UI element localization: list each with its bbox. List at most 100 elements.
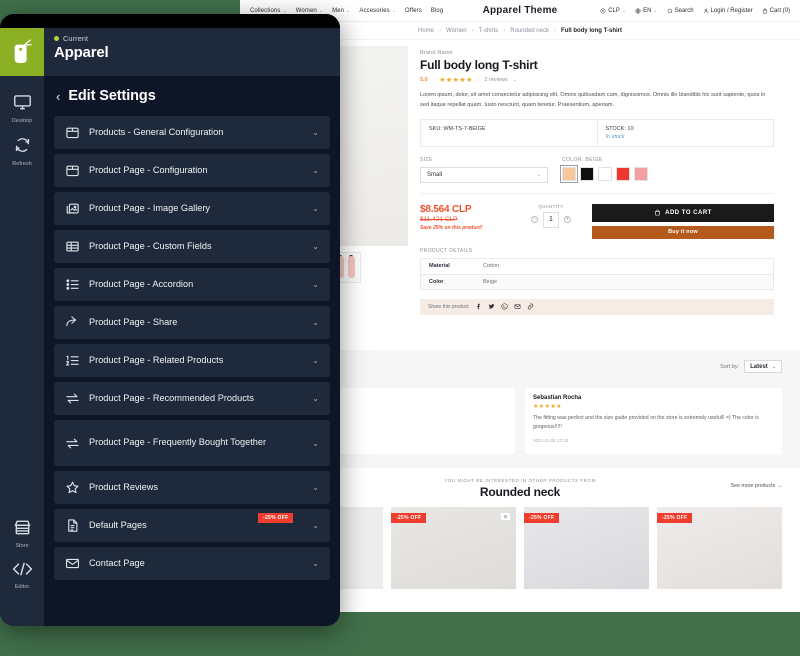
link-icon[interactable]	[527, 303, 534, 310]
breadcrumb-separator: ›	[503, 27, 506, 34]
list-icon	[66, 279, 79, 290]
color-swatch-black[interactable]	[580, 166, 594, 181]
quantity-increment-button[interactable]: +	[564, 216, 571, 224]
quantity-controls: − 1 +	[520, 211, 582, 228]
cart-button[interactable]: Cart (0)	[762, 8, 790, 14]
breadcrumb-item-tshirts[interactable]: T-shirts	[479, 28, 499, 34]
whatsapp-icon[interactable]	[501, 303, 508, 310]
size-select[interactable]: Small ⌄	[420, 166, 548, 183]
swap-icon	[66, 393, 79, 404]
app-logo[interactable]	[0, 28, 44, 76]
settings-item-label: Product Page - Custom Fields	[89, 240, 212, 251]
twitter-icon[interactable]	[488, 303, 495, 310]
chevron-down-icon: ⌄	[282, 7, 287, 14]
settings-item-label: Contact Page	[89, 557, 145, 568]
store-utility-nav: CLP ⌄ EN ⌄ Search Login / Register Cart …	[600, 8, 790, 14]
editor-app-window: Current Apparel Desktop Refresh Store Ed…	[0, 14, 340, 626]
settings-item-products-general-configuration[interactable]: Products - General Configuration ⌄	[54, 116, 330, 149]
nav-item-collections[interactable]: Collections ⌄	[250, 8, 287, 14]
product-card[interactable]: -25% OFF	[657, 507, 782, 589]
sku-cell: SKU: WM-TS-7-BEIGE	[421, 120, 597, 146]
quantity-input[interactable]: 1	[543, 211, 559, 228]
rail-item-refresh[interactable]: Refresh	[0, 130, 44, 173]
chevron-down-icon: ⌄	[391, 7, 397, 14]
nav-item-women[interactable]: Women ⌄	[296, 8, 323, 14]
settings-item-product-page-custom-fields[interactable]: Product Page - Custom Fields ⌄	[54, 230, 330, 263]
discount-badge: -25% OFF	[391, 513, 427, 523]
share-label: Share this product	[428, 303, 469, 310]
language-selector[interactable]: EN ⌄	[635, 8, 658, 14]
color-swatch-pink[interactable]	[634, 166, 648, 181]
sort-selected-value: Latest	[750, 363, 768, 370]
chevron-down-icon: ⌄	[512, 77, 517, 83]
currency-selector[interactable]: CLP ⌄	[600, 8, 626, 14]
settings-item-product-page-configuration[interactable]: Product Page - Configuration ⌄	[54, 154, 330, 187]
nav-label: Blog	[430, 7, 444, 14]
chevron-left-icon[interactable]: ‹	[56, 90, 60, 103]
nav-label: Accesories	[359, 7, 390, 14]
rating-divider: |	[477, 77, 480, 83]
nav-item-blog[interactable]: Blog	[431, 8, 443, 14]
login-register-link[interactable]: Login / Register	[703, 8, 753, 14]
table-icon	[66, 241, 79, 252]
size-tag: S	[499, 512, 511, 521]
rail-item-store[interactable]: Store	[0, 513, 44, 555]
review-text: The fitting was perfect and the size gui…	[533, 415, 759, 431]
desktop-icon	[13, 95, 31, 110]
color-swatch-beige[interactable]	[560, 164, 578, 183]
rail-label: Editor	[14, 584, 30, 590]
quantity-decrement-button[interactable]: −	[531, 216, 538, 224]
facebook-icon[interactable]	[475, 303, 482, 310]
settings-panel: ‹ Edit Settings Products - General Confi…	[44, 76, 340, 626]
nav-item-offers[interactable]: Offers	[405, 8, 422, 14]
chevron-down-icon: ⌄	[312, 318, 319, 327]
size-label: SIZE	[420, 156, 433, 163]
star-icon	[66, 481, 79, 494]
price-savings: Save 25% on this product!	[420, 224, 483, 231]
email-icon[interactable]	[514, 303, 521, 310]
stock-status: In stock	[605, 133, 625, 140]
color-selector-group: COLOR: Beige	[560, 157, 774, 183]
settings-item-label: Product Page - Configuration	[89, 164, 208, 175]
product-title: Full body long T-shirt	[420, 58, 538, 72]
breadcrumb-item-women[interactable]: Women	[446, 28, 467, 34]
settings-item-product-reviews[interactable]: Product Reviews ⌄	[54, 471, 330, 504]
settings-item-label: Product Page - Accordion	[89, 278, 194, 289]
settings-item-product-page-share[interactable]: Product Page - Share ⌄	[54, 306, 330, 339]
nav-item-men[interactable]: Men ⌄	[332, 8, 350, 14]
see-more-products-link[interactable]: See more products →	[730, 483, 782, 489]
swap-icon	[66, 438, 79, 448]
nav-item-accesories[interactable]: Accesories ⌄	[359, 8, 396, 14]
product-card[interactable]: -25% OFF S	[391, 507, 516, 589]
breadcrumb-item-rounded-neck[interactable]: Rounded neck	[510, 28, 549, 34]
settings-item-product-page-frequently-bought-together[interactable]: Product Page - Frequently Bought Togethe…	[54, 420, 330, 466]
settings-item-label: Product Page - Image Gallery	[89, 202, 211, 213]
settings-item-contact-page[interactable]: Contact Page ⌄	[54, 547, 330, 580]
rail-item-editor[interactable]: Editor	[0, 555, 44, 596]
product-brand: Brand Name	[420, 50, 453, 56]
color-swatch-white[interactable]	[598, 166, 612, 181]
color-swatch-red[interactable]	[616, 166, 630, 181]
chevron-down-icon: ⌄	[312, 204, 319, 213]
chevron-down-icon: ⌄	[312, 280, 319, 289]
rail-label: Store	[15, 543, 29, 549]
sort-select[interactable]: Latest ⌄	[744, 360, 782, 373]
settings-item-product-page-related-products[interactable]: Product Page - Related Products ⌄	[54, 344, 330, 377]
product-description: Lorem ipsum, dolor, sit amet consectetur…	[420, 92, 766, 109]
search-button[interactable]: Search	[667, 8, 694, 14]
share-bar: Share this product	[420, 298, 774, 315]
settings-item-product-page-accordion[interactable]: Product Page - Accordion ⌄	[54, 268, 330, 301]
settings-item-product-page-image-gallery[interactable]: Product Page - Image Gallery ⌄	[54, 192, 330, 225]
product-info-table: SKU: WM-TS-7-BEIGE STOCK: 10 In stock	[420, 118, 774, 147]
add-to-cart-button[interactable]: ADD TO CART	[592, 203, 774, 222]
settings-item-product-page-recommended-products[interactable]: Product Page - Recommended Products ⌄	[54, 382, 330, 415]
product-card[interactable]: -25% OFF	[524, 507, 649, 589]
chevron-down-icon: ⌄	[312, 483, 319, 492]
buy-now-button[interactable]: Buy it now	[592, 225, 774, 239]
reviews-count-link[interactable]: 2 reviews	[484, 77, 507, 83]
breadcrumb-item-home[interactable]: Home	[418, 28, 434, 34]
chevron-down-icon: ⌄	[312, 559, 319, 568]
cta-buttons: ADD TO CART Buy it now	[592, 203, 774, 239]
breadcrumb-item-current: Full body long T-shirt	[560, 27, 622, 34]
rail-item-desktop[interactable]: Desktop	[0, 88, 44, 130]
